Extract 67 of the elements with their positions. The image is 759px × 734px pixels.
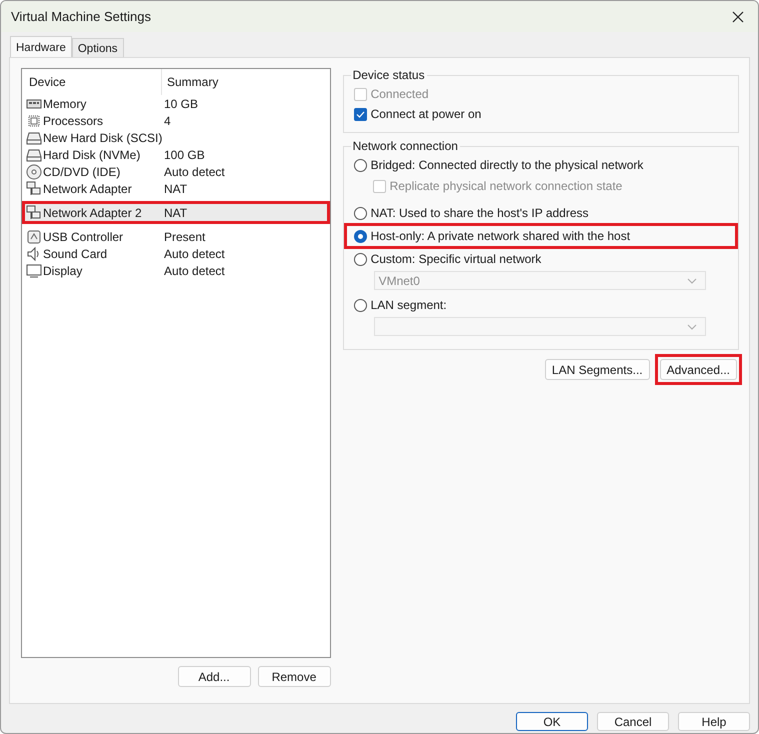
radio-button[interactable]: [354, 206, 367, 220]
radio-label: Custom: Specific virtual network: [370, 252, 542, 266]
device-name: USB Controller: [43, 230, 124, 244]
device-summary: Auto detect: [164, 264, 225, 278]
radio-label: Bridged: Connected directly to the physical network: [370, 158, 644, 172]
device-row[interactable]: Sound Card Auto detect: [26, 245, 326, 262]
device-summary: Auto detect: [164, 246, 225, 260]
device-summary: 100 GB: [164, 148, 205, 162]
device-name: Network Adapter 2: [43, 206, 142, 220]
device-name: Processors: [43, 114, 104, 128]
tab[interactable]: Options: [72, 38, 124, 57]
device-row[interactable]: Hard Disk (NVMe) 100 GB: [26, 146, 326, 163]
device-name: Display: [43, 264, 82, 278]
usb-icon: [26, 228, 42, 244]
device-summary: NAT: [164, 206, 188, 220]
device-summary: 10 GB: [164, 96, 198, 110]
device-row[interactable]: New Hard Disk (SCSI): [26, 129, 326, 146]
device-name: CD/DVD (IDE): [43, 164, 120, 178]
device-row[interactable]: Network Adapter 2 NAT: [22, 201, 330, 224]
radio-button[interactable]: [354, 158, 367, 172]
list-button[interactable]: Add...: [178, 666, 251, 687]
check-icon: [356, 110, 365, 118]
panel-button[interactable]: Advanced...: [660, 359, 737, 380]
device-name: Sound Card: [43, 246, 108, 260]
device-summary: Auto detect: [164, 164, 225, 178]
device-summary: Present: [164, 230, 206, 244]
chevron-icon: [686, 324, 697, 330]
dialog-button[interactable]: OK: [516, 712, 588, 731]
radio-button[interactable]: [354, 298, 367, 312]
radio-button[interactable]: [354, 252, 367, 266]
radio-label: Host-only: A private network shared with the host: [370, 229, 630, 243]
panel-button[interactable]: LAN Segments...: [544, 359, 650, 380]
checkbox[interactable]: [354, 108, 367, 120]
device-row[interactable]: CD/DVD (IDE) Auto detect: [26, 163, 326, 180]
device-row[interactable]: Network Adapter NAT: [26, 180, 326, 197]
device-name: New Hard Disk (SCSI): [43, 130, 162, 144]
tab[interactable]: Hardware: [10, 36, 72, 57]
device-name: Hard Disk (NVMe): [43, 148, 140, 162]
checkbox-label: Connected: [370, 87, 429, 101]
device-row[interactable]: Processors 4: [26, 112, 326, 129]
radio-label: LAN segment:: [370, 298, 447, 312]
close-icon[interactable]: [732, 10, 744, 22]
dialog-button[interactable]: Help: [678, 712, 750, 731]
device-summary: NAT: [164, 182, 188, 196]
network-icon: [26, 180, 42, 196]
device-row[interactable]: USB Controller Present: [26, 228, 326, 245]
device-summary: 4: [164, 114, 171, 128]
dialog-button[interactable]: Cancel: [597, 712, 669, 731]
column-header[interactable]: Device: [26, 69, 162, 95]
display-icon: [26, 262, 42, 278]
cpu-icon: [26, 112, 42, 128]
chevron-icon: [686, 278, 697, 284]
device-row[interactable]: Display Auto detect: [26, 262, 326, 279]
radio-label: NAT: Used to share the host's IP address: [370, 206, 589, 220]
group-title: Network connection: [352, 139, 459, 153]
radio-button[interactable]: [354, 230, 367, 242]
list-button[interactable]: Remove: [258, 666, 331, 687]
device-name: Network Adapter: [43, 182, 132, 196]
checkbox-label: Connect at power on: [370, 107, 482, 121]
column-header[interactable]: Summary: [162, 75, 218, 89]
device-row[interactable]: Memory 10 GB: [26, 95, 326, 112]
cdrom-icon: [26, 164, 42, 180]
window-title: Virtual Machine Settings: [11, 9, 151, 24]
checkbox-label: Replicate physical network connection state: [390, 179, 622, 193]
group-title: Device status: [352, 68, 426, 82]
network-icon: [26, 204, 42, 220]
device-name: Memory: [43, 96, 86, 110]
